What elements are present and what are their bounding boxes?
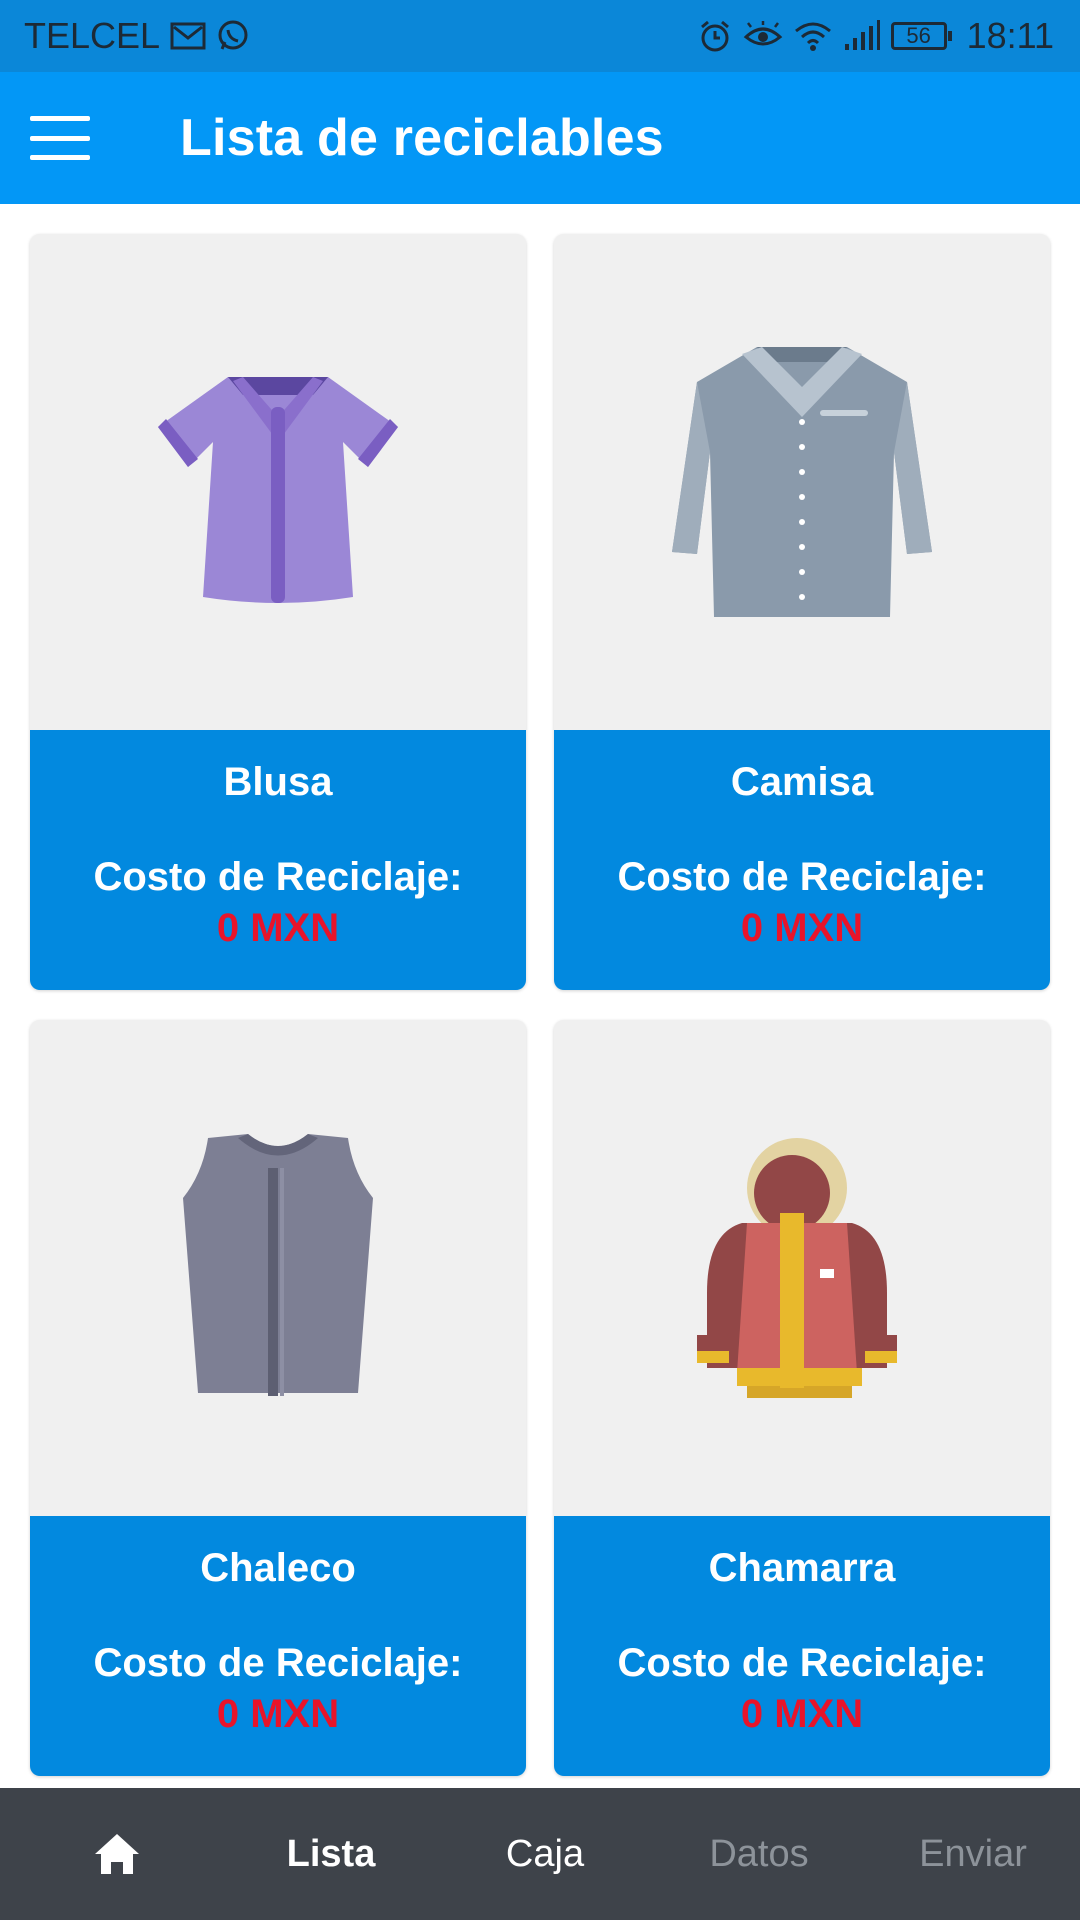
bottom-nav: Lista Caja Datos Enviar: [0, 1788, 1080, 1920]
item-info: Chamarra Costo de Reciclaje: 0 MXN: [554, 1516, 1050, 1776]
tab-lista[interactable]: Lista: [224, 1833, 438, 1876]
cost-label: Costo de Reciclaje:: [617, 1641, 987, 1685]
battery-icon: 56: [890, 22, 952, 50]
cost-value: 0 MXN: [216, 906, 340, 950]
shirt-icon: [672, 347, 932, 617]
item-name: Chaleco: [200, 1546, 356, 1590]
eye-icon: [743, 21, 783, 51]
page-title: Lista de reciclables: [180, 109, 664, 167]
item-name: Camisa: [730, 760, 874, 804]
home-icon[interactable]: [0, 1832, 224, 1876]
item-name: Blusa: [223, 760, 333, 804]
whatsapp-icon: [216, 19, 250, 53]
item-info: Chaleco Costo de Reciclaje: 0 MXN: [30, 1516, 526, 1776]
cost-label: Costo de Reciclaje:: [617, 855, 987, 899]
item-image: [30, 1020, 526, 1516]
mail-icon: [170, 21, 206, 51]
item-image: [30, 234, 526, 730]
battery-level: 56: [906, 23, 931, 48]
item-image: [554, 1020, 1050, 1516]
item-card-chaleco[interactable]: Chaleco Costo de Reciclaje: 0 MXN: [30, 1020, 526, 1776]
item-image: [554, 234, 1050, 730]
status-bar-right: 56 18:11: [697, 15, 1054, 57]
item-card-camisa[interactable]: Camisa Costo de Reciclaje: 0 MXN: [554, 234, 1050, 990]
app-bar: Lista de reciclables: [0, 72, 1080, 204]
cost-value: 0 MXN: [216, 1692, 340, 1736]
recyclables-grid: Blusa Costo de Reciclaje: 0 MXN Camisa C…: [30, 234, 1050, 1776]
wifi-icon: [793, 19, 833, 53]
blouse-icon: [158, 377, 398, 603]
tab-enviar[interactable]: Enviar: [866, 1833, 1080, 1876]
cost-value: 0 MXN: [740, 1692, 864, 1736]
tab-caja[interactable]: Caja: [438, 1833, 652, 1876]
cost-label: Costo de Reciclaje:: [93, 1641, 463, 1685]
signal-icon: [843, 20, 881, 52]
tab-datos[interactable]: Datos: [652, 1833, 866, 1876]
clock: 18:11: [966, 15, 1054, 56]
status-bar: TELCEL 56 18:11: [0, 0, 1080, 72]
alarm-icon: [697, 18, 733, 54]
cost-value: 0 MXN: [740, 906, 864, 950]
item-card-chamarra[interactable]: Chamarra Costo de Reciclaje: 0 MXN: [554, 1020, 1050, 1776]
status-bar-left: TELCEL: [24, 15, 250, 57]
carrier-name: TELCEL: [24, 15, 161, 56]
item-info: Camisa Costo de Reciclaje: 0 MXN: [554, 730, 1050, 990]
cost-label: Costo de Reciclaje:: [93, 855, 463, 899]
jacket-icon: [697, 1138, 897, 1398]
item-info: Blusa Costo de Reciclaje: 0 MXN: [30, 730, 526, 990]
vest-icon: [183, 1134, 373, 1396]
item-name: Chamarra: [708, 1546, 896, 1590]
item-card-blusa[interactable]: Blusa Costo de Reciclaje: 0 MXN: [30, 234, 526, 990]
hamburger-menu-icon[interactable]: [30, 116, 90, 160]
